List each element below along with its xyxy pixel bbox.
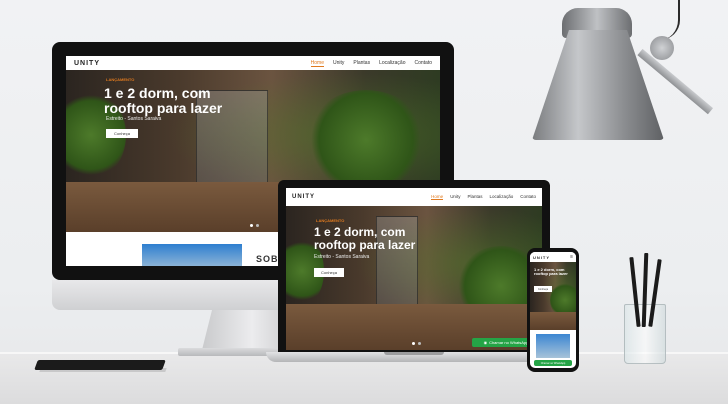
whatsapp-button[interactable]: Chamar no WhatsApp xyxy=(534,360,572,366)
site-navbar: UNITY Home Unity Plantas Localização Con… xyxy=(66,56,440,70)
nav-links: Home Unity Plantas Localização Contato xyxy=(310,60,432,67)
hero-location: Estreito - Santos Saraiva xyxy=(314,254,370,260)
hero-cta-button[interactable]: Conheça xyxy=(314,268,344,277)
nav-contato[interactable]: Contato xyxy=(520,194,536,200)
laptop-notch xyxy=(384,352,444,355)
headline-line-1: 1 e 2 dorm, com xyxy=(314,225,406,239)
phone-screen: UNITY ≡ 1 e 2 dorm, com rooftop para laz… xyxy=(530,252,576,368)
nav-plantas[interactable]: Plantas xyxy=(467,194,482,200)
desk-lamp-icon xyxy=(532,30,664,140)
hero-headline: 1 e 2 dorm, com rooftop para lazer xyxy=(104,86,222,115)
hero-tag: LANÇAMENTO xyxy=(106,77,135,82)
whatsapp-label: Chamar no WhatsApp xyxy=(489,340,529,345)
hero-headline: 1 e 2 dorm, com rooftop para lazer xyxy=(534,267,568,277)
laptop: UNITY Home Unity Plantas Localização Con… xyxy=(278,180,550,352)
pencil xyxy=(629,256,641,328)
pencil xyxy=(641,252,649,328)
site-logo[interactable]: UNITY xyxy=(533,255,550,260)
lamp-cable xyxy=(648,0,680,40)
hero-floor xyxy=(530,312,576,330)
hero-tag: LANÇAMENTO xyxy=(316,218,345,223)
hero-cta-button[interactable]: Conheça xyxy=(534,286,552,292)
nav-localizacao[interactable]: Localização xyxy=(489,194,513,200)
headline-line-2: rooftop para lazer xyxy=(104,99,223,116)
whatsapp-label: Chamar no WhatsApp xyxy=(540,361,566,365)
nav-contato[interactable]: Contato xyxy=(414,60,432,67)
smartphone: UNITY ≡ 1 e 2 dorm, com rooftop para laz… xyxy=(527,248,579,372)
pencil xyxy=(648,259,662,327)
hero-cta-button[interactable]: Conheça xyxy=(106,129,138,138)
pencil-cup-icon xyxy=(624,252,666,364)
menu-icon[interactable]: ≡ xyxy=(570,254,573,260)
building-photo xyxy=(142,244,242,266)
hero-plant xyxy=(306,90,426,190)
whatsapp-icon: ◉ xyxy=(483,340,488,345)
carousel-dots[interactable] xyxy=(250,224,259,227)
site-navbar: UNITY ≡ xyxy=(530,252,576,262)
hero-location: Estreito - Santos Saraiva xyxy=(106,116,162,122)
site-navbar: UNITY Home Unity Plantas Localização Con… xyxy=(286,188,542,206)
hero-banner: 1 e 2 dorm, com rooftop para lazer Conhe… xyxy=(530,262,576,330)
nav-unity[interactable]: Unity xyxy=(450,194,460,200)
notebook-icon xyxy=(34,360,166,370)
nav-home[interactable]: Home xyxy=(431,194,444,200)
headline-line-2: rooftop para lazer xyxy=(314,237,416,252)
hero-headline: 1 e 2 dorm, com rooftop para lazer xyxy=(314,226,415,251)
headline-line-2: rooftop para lazer xyxy=(534,271,568,277)
nav-localizacao[interactable]: Localização xyxy=(379,60,405,67)
nav-plantas[interactable]: Plantas xyxy=(353,60,370,67)
site-logo[interactable]: UNITY xyxy=(292,194,315,200)
nav-links: Home Unity Plantas Localização Contato xyxy=(431,194,536,200)
headline-line-1: 1 e 2 dorm, com xyxy=(104,85,211,101)
hero-banner: LANÇAMENTO 1 e 2 dorm, com rooftop para … xyxy=(286,206,542,350)
nav-unity[interactable]: Unity xyxy=(333,60,344,67)
nav-home[interactable]: Home xyxy=(310,60,324,67)
site-logo[interactable]: UNITY xyxy=(74,60,100,67)
building-photo xyxy=(536,334,570,358)
laptop-screen: UNITY Home Unity Plantas Localização Con… xyxy=(286,188,542,350)
carousel-dots[interactable] xyxy=(412,342,421,345)
lamp-joint xyxy=(650,36,674,60)
